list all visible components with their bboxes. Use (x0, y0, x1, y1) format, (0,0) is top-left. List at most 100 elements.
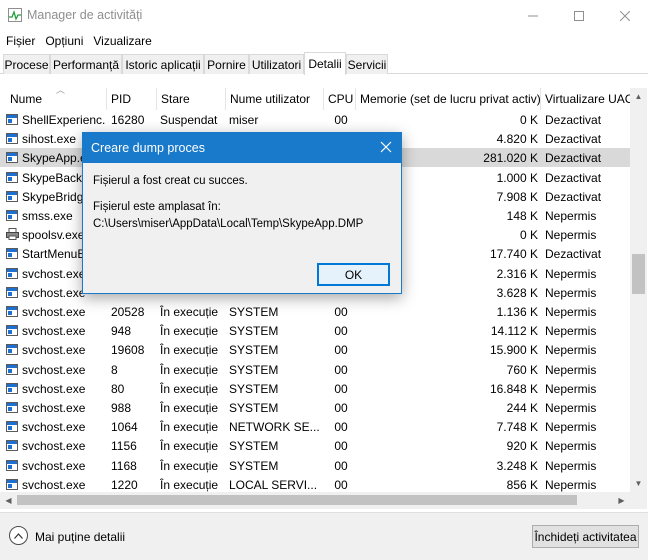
cell-cpu: 00 (334, 324, 348, 339)
cell-uac-virtualization: Dezactivat (545, 151, 602, 166)
close-button[interactable] (602, 0, 648, 31)
cell-pid: 20528 (111, 305, 145, 319)
menu-file[interactable]: Fișier (0, 31, 39, 51)
cell-user: SYSTEM (229, 343, 279, 358)
cell-uac-virtualization: Dezactivat (545, 113, 602, 127)
column-header-uac[interactable]: Virtualizare UAC (541, 88, 630, 110)
table-row[interactable]: svchost.exe 988 În execuție SYSTEM 00 244 K Ne… (0, 398, 630, 417)
scroll-left-icon[interactable]: ◀ (0, 492, 17, 509)
cell-name: svchost.exe (22, 477, 86, 492)
cell-uac-virtualization: Nepermis (545, 285, 597, 300)
cell-memory: 15.900 K (489, 343, 538, 358)
scroll-up-icon[interactable]: ▲ (630, 88, 647, 105)
vertical-scrollbar[interactable]: ▲ ▼ (630, 88, 647, 492)
fewer-details-icon[interactable] (9, 526, 28, 545)
column-header-name[interactable]: ︿ Nume (6, 88, 107, 110)
cell-user: SYSTEM (229, 381, 279, 396)
column-header-cpu[interactable]: CPU (324, 88, 356, 110)
table-row[interactable]: svchost.exe 8 În execuție SYSTEM 00 760 K Nepe… (0, 360, 630, 379)
cell-name: svchost.exe (22, 343, 86, 358)
cell-state: În execuție (160, 381, 219, 396)
cell-state: În execuție (160, 362, 219, 377)
maximize-icon (574, 10, 584, 21)
cell-user: SYSTEM (229, 324, 279, 339)
cell-cpu: 00 (334, 477, 348, 492)
dialog-body: Fișierul a fost creat cu succes. Fișieru… (83, 163, 401, 293)
table-row[interactable]: svchost.exe 80 În execuție SYSTEM 00 16.848 K… (0, 379, 630, 398)
cell-uac-virtualization: Nepermis (545, 477, 597, 492)
cell-uac-virtualization: Nepermis (545, 401, 597, 415)
minimize-button[interactable] (510, 0, 556, 31)
cell-user: SYSTEM (229, 458, 279, 473)
cell-state: În execuție (160, 439, 219, 454)
end-task-button[interactable]: Închideți activitatea (532, 525, 639, 548)
cell-name: ShellExperienc... (22, 113, 106, 127)
table-row[interactable]: svchost.exe 1168 În execuție SYSTEM 00 3.248 … (0, 456, 630, 475)
cell-cpu: 00 (334, 362, 348, 377)
cell-uac-virtualization: Nepermis (545, 420, 597, 435)
scroll-down-icon[interactable]: ▼ (630, 475, 647, 492)
dialog-location-label: Fișierul este amplasat în: (93, 201, 221, 213)
cell-uac-virtualization: Nepermis (545, 305, 597, 319)
dialog-close-icon[interactable] (379, 140, 393, 154)
task-manager-icon (8, 8, 22, 22)
column-header-state[interactable]: Stare (157, 88, 226, 110)
cell-state: În execuție (160, 343, 219, 358)
horizontal-scroll-thumb[interactable] (17, 495, 577, 505)
cell-cpu: 00 (334, 113, 348, 127)
cell-uac-virtualization: Nepermis (545, 439, 597, 454)
dialog-file-path: C:\Users\miser\AppData\Local\Temp\SkypeA… (93, 218, 364, 230)
cell-user: LOCAL SERVI... (229, 477, 318, 492)
vertical-scroll-thumb[interactable] (632, 254, 645, 294)
ok-button[interactable]: OK (317, 263, 390, 286)
window-title: Manager de activități (27, 8, 143, 22)
cell-name: svchost.exe (22, 420, 86, 435)
table-row[interactable]: svchost.exe 948 În execuție SYSTEM 00 14.112 … (0, 321, 630, 340)
cell-memory: 760 K (506, 362, 538, 377)
table-row[interactable]: svchost.exe 1220 În execuție LOCAL SERVI...… (0, 475, 630, 492)
table-row[interactable]: svchost.exe 19608 În execuție SYSTEM 00 15.90… (0, 340, 630, 359)
table-row[interactable]: svchost.exe 20528 În execuție SYSTEM 00 1.136… (0, 302, 630, 321)
cell-pid: 8 (111, 362, 118, 377)
cell-memory: 3.248 K (496, 458, 538, 473)
menu-bar: Fișier Opțiuni Vizualizare (0, 31, 648, 51)
table-row[interactable]: svchost.exe 1156 În execuție SYSTEM 00 920 K N… (0, 436, 630, 455)
dialog-title: Creare dump proces (91, 141, 205, 155)
table-row[interactable]: svchost.exe 1064 În execuție NETWORK SE... 0… (0, 417, 630, 436)
column-header-pid[interactable]: PID (107, 88, 157, 110)
cell-uac-virtualization: Dezactivat (545, 132, 602, 147)
cell-user: NETWORK SE... (229, 420, 320, 435)
tab-users[interactable]: Utilizatori (249, 54, 304, 74)
tab-performance[interactable]: Performanță (50, 54, 122, 74)
minimize-icon (528, 15, 538, 16)
column-header-memory[interactable]: Memorie (set de lucru privat activ) (356, 88, 541, 110)
cell-cpu: 00 (334, 458, 348, 473)
chevron-up-icon (14, 532, 23, 539)
table-row[interactable]: ShellExperienc... 16280 Suspendat miser 00 0 … (0, 110, 630, 129)
cell-uac-virtualization: Nepermis (545, 209, 597, 223)
menu-options[interactable]: Opțiuni (39, 31, 87, 51)
tab-strip: Procese Performanță Istoric aplicații Po… (0, 52, 648, 75)
close-icon (620, 10, 630, 21)
tab-processes[interactable]: Procese (3, 54, 50, 74)
tab-app-history[interactable]: Istoric aplicații (122, 54, 204, 74)
horizontal-scrollbar[interactable]: ◀ ▶ (0, 492, 630, 509)
menu-view[interactable]: Vizualizare (87, 31, 155, 51)
tab-startup[interactable]: Pornire (204, 54, 249, 74)
cell-name: svchost.exe (22, 401, 86, 415)
cell-memory: 244 K (506, 401, 538, 415)
cell-memory: 0 K (519, 113, 538, 127)
tab-details[interactable]: Detalii (304, 52, 346, 75)
scroll-right-icon[interactable]: ▶ (613, 492, 630, 509)
column-header-user[interactable]: Nume utilizator (226, 88, 324, 110)
cell-cpu: 00 (334, 439, 348, 454)
cell-name: svchost.exe (22, 439, 86, 454)
cell-name: svchost.exe (22, 458, 86, 473)
cell-uac-virtualization: Nepermis (545, 362, 597, 377)
cell-user: SYSTEM (229, 439, 279, 454)
tab-services[interactable]: Servicii (346, 54, 388, 74)
maximize-button[interactable] (556, 0, 602, 31)
cell-uac-virtualization: Dezactivat (545, 247, 602, 262)
fewer-details-link[interactable]: Mai puține detalii (35, 530, 125, 544)
cell-memory: 16.848 K (489, 381, 538, 396)
